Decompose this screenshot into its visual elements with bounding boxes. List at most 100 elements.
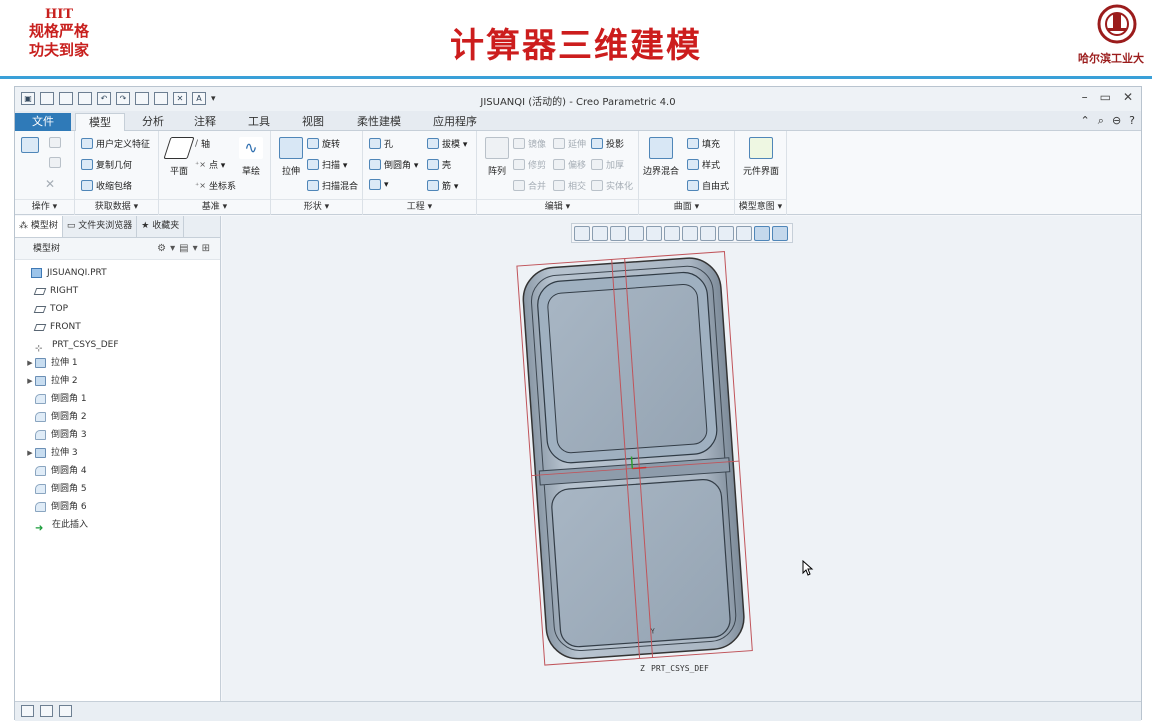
show-browser-icon[interactable] [40,705,53,717]
tree-filter-icon[interactable]: ⊞ [202,243,214,254]
point-button[interactable]: ⁺× 点 ▾ [195,158,225,171]
rib-button[interactable]: 筋 ▾ [427,179,458,192]
group-label-model-intent: 模型意图 ▾ [735,199,786,213]
tree-item[interactable]: ▶ 拉伸 1 [25,354,78,372]
offset-button[interactable]: 偏移 [553,158,586,171]
trim-button[interactable]: 修剪 [513,158,546,171]
regenerate-button[interactable] [21,137,39,153]
tab-analysis[interactable]: 分析 [131,113,175,131]
extrude-button[interactable]: 拉伸 [271,137,311,177]
extrude-icon [35,376,46,386]
thicken-button[interactable]: 加厚 [591,158,624,171]
draft-button[interactable]: 拔模 ▾ [427,137,467,150]
show-navigator-icon[interactable] [21,705,34,717]
full-screen-icon[interactable] [59,705,72,717]
group-model-intent: 元件界面 模型意图 ▾ [735,131,787,215]
tab-folder-browser[interactable]: ▭ 文件夹浏览器 [63,216,138,237]
chamfer-button[interactable]: ▾ [369,179,389,190]
shell-button[interactable]: 壳 [427,158,451,171]
tree-item[interactable]: ⊹ PRT_CSYS_DEF [25,336,119,354]
ribbon-right-tools: ⌃ ⌕ ⊖ ? [1081,114,1135,128]
pattern-label: 阵列 [487,167,506,177]
csys-icon: ⊹ [35,344,43,354]
tree-item[interactable]: FRONT [25,318,81,336]
group-datum: 平面 / 轴 ⁺× 点 ▾ ⁺× 坐标系 ∿ 草绘 基准 ▾ [159,131,271,215]
tab-view[interactable]: 视图 [291,113,335,131]
intersect-button[interactable]: 相交 [553,179,586,192]
window-title: JISUANQI (活动的) - Creo Parametric 4.0 [480,97,676,108]
minimize-button[interactable]: – [1082,90,1088,104]
expand-arrow-icon[interactable]: ▶ [25,444,35,462]
tree-item[interactable]: JISUANQI.PRT [21,264,107,282]
hole-button[interactable]: 孔 [369,137,393,150]
mirror-button[interactable]: 镜像 [513,137,546,150]
tree-item[interactable]: 倒圆角 3 [25,426,87,444]
plane-button[interactable]: 平面 [159,137,199,177]
pattern-button[interactable]: 阵列 [477,137,517,177]
tab-file[interactable]: 文件 [15,113,71,131]
project-icon [591,138,603,149]
tree-item[interactable]: 倒圆角 2 [25,408,87,426]
group-label-operations: 操作 ▾ [15,199,74,213]
swept-blend-button[interactable]: 扫描混合 [307,179,358,192]
tree-item[interactable]: 倒圆角 4 [25,462,87,480]
tree-item[interactable]: TOP [25,300,68,318]
help-icon[interactable]: ? [1129,114,1135,128]
tree-item[interactable]: 倒圆角 5 [25,480,87,498]
revolve-button[interactable]: 旋转 [307,137,340,150]
extend-button[interactable]: 延伸 [553,137,586,150]
merge-button[interactable]: 合并 [513,179,546,192]
tab-model[interactable]: 模型 [75,113,125,131]
trim-label: 修剪 [528,161,547,171]
search-icon[interactable]: ⌕ [1098,114,1104,128]
group-engineering: 孔 倒圆角 ▾ ▾ 拔模 ▾ 壳 筋 ▾ 工程 ▾ [363,131,477,215]
collapse-ribbon-icon[interactable]: ⌃ [1081,114,1090,128]
tab-tools[interactable]: 工具 [237,113,281,131]
axis-label: 轴 [201,140,211,150]
expand-arrow-icon[interactable]: ▶ [25,372,35,390]
tab-model-tree[interactable]: ⁂ 模型树 [15,216,63,237]
draft-icon [427,138,439,149]
tab-annotate[interactable]: 注释 [183,113,227,131]
style-button[interactable]: 样式 [687,158,720,171]
tree-item[interactable]: 倒圆角 1 [25,390,87,408]
tab-favorites[interactable]: ★ 收藏夹 [137,216,185,237]
copy-geometry-button[interactable]: 复制几何 [81,158,132,171]
fill-button[interactable]: 填充 [687,137,720,150]
sweep-button[interactable]: 扫描 ▾ [307,158,347,171]
tree-item[interactable]: ➜ 在此插入 [25,516,88,534]
component-interface-button[interactable]: 元件界面 [741,137,781,177]
user-feature-button[interactable]: 用户定义特征 [81,137,150,150]
round-button[interactable]: 倒圆角 ▾ [369,158,418,171]
paste-button[interactable] [49,157,61,168]
sketch-button[interactable]: ∿ 草绘 [231,137,271,177]
expand-arrow-icon[interactable]: ▶ [25,354,35,372]
tab-flexible-modeling[interactable]: 柔性建模 [349,113,409,131]
community-icon[interactable]: ⊖ [1112,114,1121,128]
copy-button[interactable] [49,137,61,148]
banner-divider [0,76,1152,79]
axis-button[interactable]: / 轴 [195,137,211,151]
boundary-blend-icon [649,137,673,159]
boundary-blend-button[interactable]: 边界混合 [641,137,681,177]
delete-button[interactable]: ✕ [45,177,55,191]
tree-item[interactable]: ▶ 拉伸 3 [25,444,78,462]
tree-item[interactable]: RIGHT [25,282,78,300]
solidify-button[interactable]: 实体化 [591,179,633,192]
csys-button[interactable]: ⁺× 坐标系 [195,179,236,192]
tree-item[interactable]: 倒圆角 6 [25,498,87,516]
tab-applications[interactable]: 应用程序 [423,113,487,131]
tree-item-label: 倒圆角 5 [51,484,87,494]
chamfer-icon [369,179,381,190]
freestyle-button[interactable]: 自由式 [687,179,729,192]
close-button[interactable]: ✕ [1123,90,1133,104]
shrinkwrap-button[interactable]: 收缩包络 [81,179,132,192]
maximize-button[interactable]: ▭ [1100,90,1111,104]
graphics-window[interactable]: Y Z PRT_CSYS_DEF [222,216,1141,701]
tree-item[interactable]: ▶ 拉伸 2 [25,372,78,390]
tree-columns-icon[interactable]: ▤▾ [179,243,201,254]
tree-settings-icon[interactable]: ⚙▾ [157,243,179,254]
plane-icon [33,287,47,295]
point-icon: ⁺× [195,160,206,169]
project-button[interactable]: 投影 [591,137,624,150]
